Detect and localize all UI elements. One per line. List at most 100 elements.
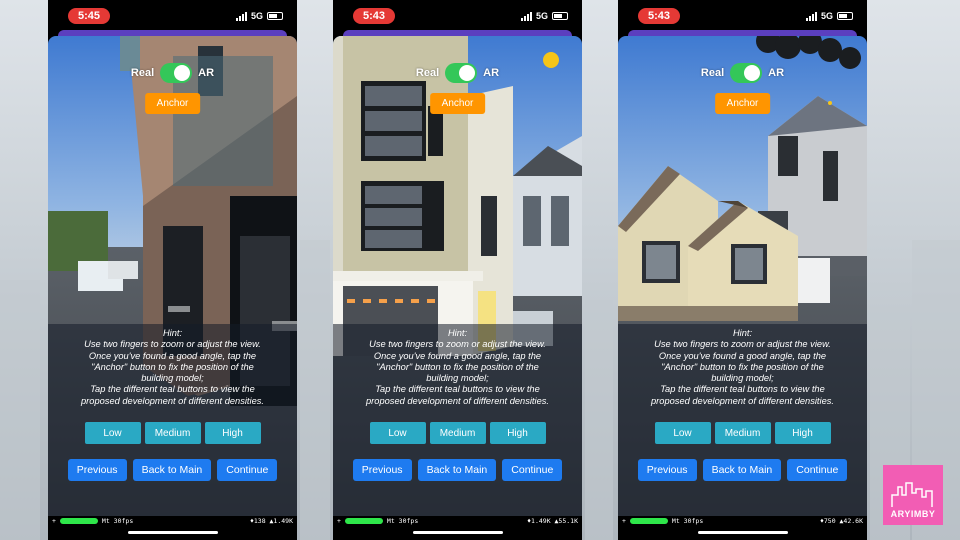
high-density-button[interactable]: High	[774, 422, 831, 444]
status-bar: 5:43 5G	[333, 0, 582, 32]
continue-button[interactable]: Continue	[217, 459, 278, 481]
hint-title: Hint:	[447, 328, 468, 338]
previous-button[interactable]: Previous	[67, 459, 127, 481]
hint-line: Tap the different teal buttons to view t…	[375, 384, 540, 395]
status-bar: 5:43 5G	[618, 0, 867, 32]
medium-density-button[interactable]: Medium	[714, 422, 771, 444]
nav-buttons: Previous Back to Main Continue	[333, 459, 582, 481]
hint-line: Use two fingers to zoom or adjust the vi…	[84, 339, 261, 350]
low-density-button[interactable]: Low	[369, 422, 426, 444]
hint-line: Tap the different teal buttons to view t…	[90, 384, 255, 395]
city-skyline-icon	[891, 482, 933, 507]
hint-text: Hint: Use two fingers to zoom or adjust …	[70, 328, 275, 407]
battery-icon	[552, 12, 568, 20]
phone-screen-1: 5:45 5G Real AR Anchor Hint: Use two fin…	[48, 0, 297, 540]
density-buttons: Low Medium High	[48, 422, 297, 444]
hint-line: proposed development of different densit…	[366, 395, 549, 406]
signal-icon	[805, 11, 817, 21]
status-time: 5:43	[353, 8, 396, 24]
logo-text: ARYIMBY	[890, 509, 936, 519]
debug-stats-bar: + Mt 30fps ♦138 ▲1.49K	[48, 516, 297, 526]
hint-line: proposed development of different densit…	[651, 395, 834, 406]
medium-density-button[interactable]: Medium	[144, 422, 201, 444]
high-density-button[interactable]: High	[204, 422, 261, 444]
battery-icon	[837, 12, 853, 20]
continue-button[interactable]: Continue	[787, 459, 848, 481]
ar-label: AR	[198, 67, 215, 79]
medium-density-button[interactable]: Medium	[429, 422, 486, 444]
hint-line: Use two fingers to zoom or adjust the vi…	[369, 339, 546, 350]
hint-text: Hint: Use two fingers to zoom or adjust …	[640, 328, 845, 407]
status-time: 5:43	[638, 8, 681, 24]
real-label: Real	[130, 67, 155, 79]
ar-label: AR	[768, 67, 785, 79]
ar-label: AR	[483, 67, 500, 79]
hint-line: "Anchor" button to fix the position of t…	[91, 361, 254, 372]
status-bar: 5:45 5G	[48, 0, 297, 32]
high-density-button[interactable]: High	[489, 422, 546, 444]
fps-meter	[344, 518, 383, 524]
previous-button[interactable]: Previous	[637, 459, 697, 481]
fps-label: Mt 30fps	[386, 517, 419, 525]
anchor-button[interactable]: Anchor	[429, 93, 486, 114]
status-time: 5:45	[68, 8, 111, 24]
hint-title: Hint:	[162, 328, 183, 338]
real-label: Real	[415, 67, 440, 79]
plus-icon: +	[52, 517, 56, 525]
phone-screen-2: 5:43 5G Real AR Anchor Hint: Use two fin…	[333, 0, 582, 540]
ar-camera-view[interactable]: Real AR Anchor	[333, 36, 582, 516]
signal-icon	[520, 11, 532, 21]
home-indicator[interactable]	[697, 531, 788, 534]
phone-screen-3: 5:43 5G Real AR Anchor Hint: Use two fin…	[618, 0, 867, 540]
real-ar-switch[interactable]	[445, 63, 478, 83]
anchor-button[interactable]: Anchor	[144, 93, 201, 114]
debug-stats-bar: + Mt 30fps ♦750 ▲42.6K	[618, 516, 867, 526]
nav-buttons: Previous Back to Main Continue	[48, 459, 297, 481]
hint-line: Once you've found a good angle, tap the	[88, 350, 257, 361]
aryimby-logo: ARYIMBY	[883, 465, 943, 525]
ar-camera-view[interactable]: Real AR Anchor	[48, 36, 297, 516]
network-label: 5G	[250, 11, 263, 21]
back-to-main-button[interactable]: Back to Main	[417, 459, 497, 481]
fps-label: Mt 30fps	[671, 517, 704, 525]
hint-line: Use two fingers to zoom or adjust the vi…	[654, 339, 831, 350]
continue-button[interactable]: Continue	[502, 459, 563, 481]
back-to-main-button[interactable]: Back to Main	[132, 459, 212, 481]
hint-line: Tap the different teal buttons to view t…	[660, 384, 825, 395]
ar-camera-view[interactable]: Real AR Anchor	[618, 36, 867, 516]
hint-line: building model;	[141, 373, 204, 384]
battery-icon	[267, 12, 283, 20]
hint-line: building model;	[711, 373, 774, 384]
fps-label: Mt 30fps	[101, 517, 134, 525]
hint-line: Once you've found a good angle, tap the	[373, 350, 542, 361]
previous-button[interactable]: Previous	[352, 459, 412, 481]
plus-icon: +	[622, 517, 626, 525]
plus-icon: +	[337, 517, 341, 525]
hint-line: "Anchor" button to fix the position of t…	[661, 361, 824, 372]
fps-meter	[629, 518, 668, 524]
nav-buttons: Previous Back to Main Continue	[618, 459, 867, 481]
network-label: 5G	[820, 11, 833, 21]
hint-line: "Anchor" button to fix the position of t…	[376, 361, 539, 372]
low-density-button[interactable]: Low	[654, 422, 711, 444]
network-label: 5G	[535, 11, 548, 21]
home-indicator[interactable]	[127, 531, 218, 534]
debug-stats-bar: + Mt 30fps ♦1.49K ▲55.1K	[333, 516, 582, 526]
density-buttons: Low Medium High	[333, 422, 582, 444]
hint-line: building model;	[426, 373, 489, 384]
render-stats: ♦1.49K ▲55.1K	[527, 517, 578, 525]
real-label: Real	[700, 67, 725, 79]
fps-meter	[59, 518, 98, 524]
real-ar-switch[interactable]	[160, 63, 193, 83]
density-buttons: Low Medium High	[618, 422, 867, 444]
anchor-button[interactable]: Anchor	[714, 93, 771, 114]
low-density-button[interactable]: Low	[84, 422, 141, 444]
hint-text: Hint: Use two fingers to zoom or adjust …	[355, 328, 560, 407]
render-stats: ♦750 ▲42.6K	[819, 517, 863, 525]
hint-title: Hint:	[732, 328, 753, 338]
hint-line: Once you've found a good angle, tap the	[658, 350, 827, 361]
signal-icon	[235, 11, 247, 21]
back-to-main-button[interactable]: Back to Main	[702, 459, 782, 481]
real-ar-switch[interactable]	[730, 63, 763, 83]
home-indicator[interactable]	[412, 531, 503, 534]
